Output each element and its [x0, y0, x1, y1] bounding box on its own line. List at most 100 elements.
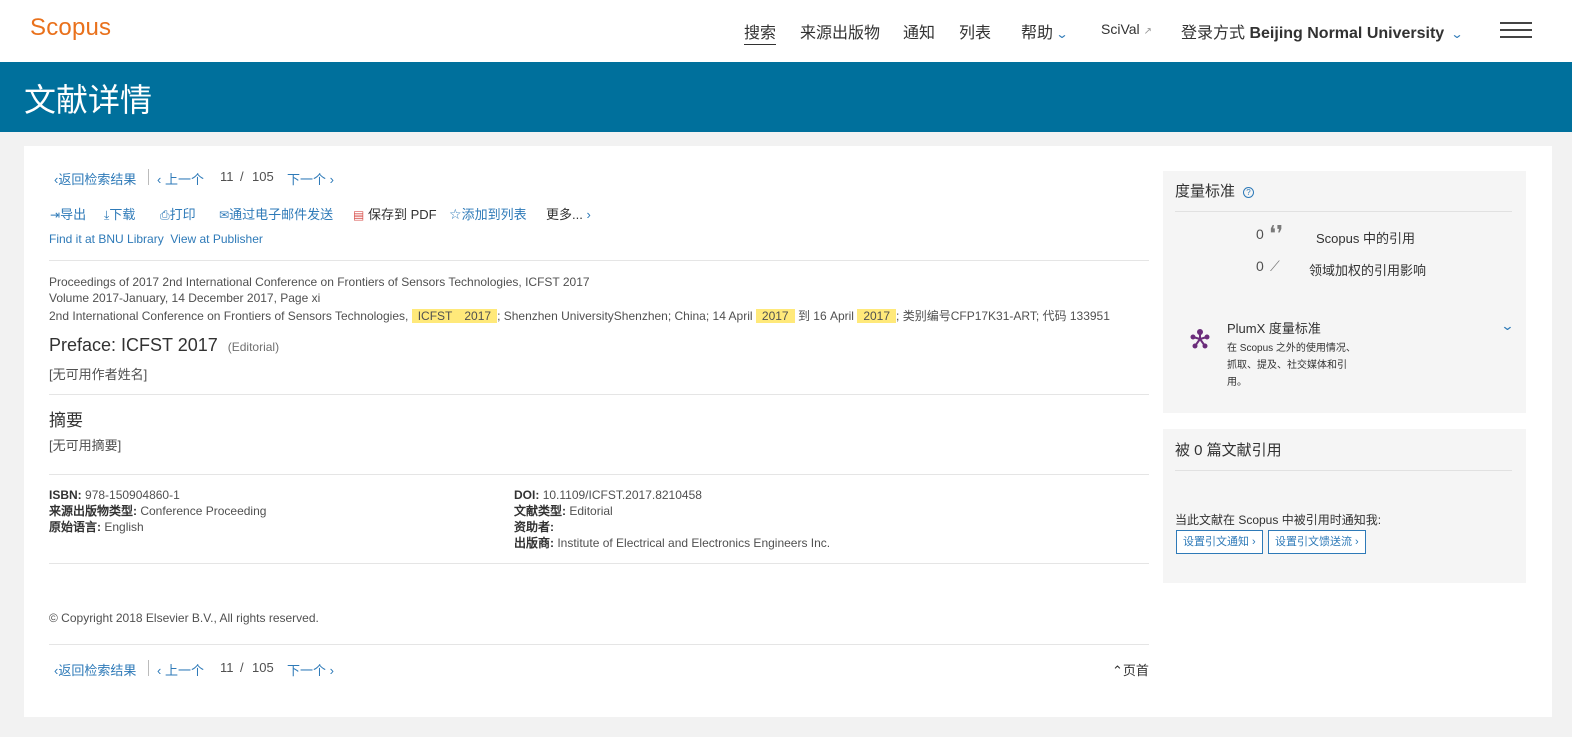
pdf-icon: ▤	[353, 208, 365, 222]
chevron-down-icon[interactable]: ⌄	[1500, 318, 1514, 334]
nav-sources[interactable]: 来源出版物	[800, 19, 880, 43]
isbn-row: ISBN: 978-150904860-1	[49, 487, 266, 503]
fwci-metric[interactable]: 0 ⟋ 领域加权的引用影响	[1256, 258, 1476, 278]
sponsor-row: 资助者:	[514, 519, 830, 535]
notify-text: 当此文献在 Scopus 中被引用时通知我:	[1175, 513, 1382, 527]
help-icon[interactable]: ?	[1243, 186, 1255, 198]
publisher-row: 出版商: Institute of Electrical and Electro…	[514, 535, 830, 551]
highlight-term: ICFST	[411, 309, 459, 323]
print-button[interactable]: ⎙打印	[160, 204, 196, 223]
metadata-left: ISBN: 978-150904860-1 来源出版物类型: Conferenc…	[49, 487, 266, 535]
highlight-term: 2017	[857, 309, 897, 323]
citation-label: Scopus 中的引用	[1316, 231, 1415, 246]
more-label: 更多...	[546, 207, 583, 222]
divider	[49, 260, 1149, 261]
abstract-heading: 摘要	[49, 411, 83, 430]
source-title[interactable]: Proceedings of 2017 2nd International Co…	[49, 275, 590, 289]
publisher-value: Institute of Electrical and Electronics …	[557, 536, 831, 550]
view-at-publisher-link[interactable]: View at Publisher	[170, 232, 263, 246]
conf-end-date: 到 16 April	[797, 309, 854, 323]
login-institution: Beijing Normal University	[1249, 25, 1445, 42]
chevron-down-icon: ⌄	[1055, 27, 1069, 41]
next-link[interactable]: 下一个 ›	[287, 660, 334, 679]
more-button[interactable]: 更多... ›	[546, 204, 591, 223]
prev-link[interactable]: ‹ 上一个	[157, 660, 204, 679]
back-label: 返回检索结果	[58, 663, 137, 678]
next-label: 下一个	[287, 172, 327, 187]
divider	[49, 644, 1149, 645]
gauge-icon: ⟋	[1270, 258, 1280, 274]
star-icon: ☆	[449, 206, 462, 222]
back-to-top-link[interactable]: ⌃页首	[1112, 660, 1149, 679]
nav-search[interactable]: 搜索	[744, 19, 777, 45]
doc-type-label: 文献类型:	[514, 504, 566, 518]
page-title: 文献详情	[24, 82, 153, 118]
hamburger-menu-icon[interactable]	[1500, 22, 1532, 38]
isbn-label: ISBN:	[49, 488, 82, 502]
conf-name: 2nd International Conference on Frontier…	[49, 309, 409, 323]
plumx-description: 在 Scopus 之外的使用情况、抓取、提及、社交媒体和引用。	[1227, 343, 1356, 388]
conf-location: ; Shenzhen UniversityShenzhen; China; 14…	[497, 309, 753, 323]
fulltext-links: Find it at BNU Library View at Publisher	[49, 232, 263, 246]
authors: [无可用作者姓名]	[49, 367, 148, 382]
add-list-label: 添加到列表	[461, 207, 527, 222]
fwci-label: 领域加权的引用影响	[1309, 263, 1427, 278]
email-button[interactable]: ✉通过电子邮件发送	[219, 204, 333, 223]
document-title: Preface: ICFST 2017 (Editorial)	[49, 335, 279, 356]
save-pdf-button[interactable]: ▤ 保存到 PDF	[353, 204, 437, 223]
document-title-text: Preface: ICFST 2017	[49, 335, 218, 355]
highlight-term: 2017	[755, 309, 795, 323]
pager-slash: /	[240, 169, 244, 184]
export-label: 导出	[60, 207, 87, 222]
btn-alert-label: 设置引文通知	[1183, 536, 1249, 548]
login-prefix: 登录方式	[1181, 25, 1246, 42]
doi-value: 10.1109/ICFST.2017.8210458	[542, 488, 702, 502]
divider	[1175, 470, 1512, 471]
export-button[interactable]: ⇥导出	[50, 204, 86, 223]
chevron-up-icon: ⌃	[1112, 663, 1123, 678]
external-link-icon: ↗	[1143, 26, 1153, 37]
top-header: Scopus 搜索 来源出版物 通知 列表 帮助 ⌄ SciVal ↗ 登录方式 B…	[0, 0, 1572, 62]
doi-label: DOI:	[514, 488, 540, 502]
back-label: 返回检索结果	[58, 172, 137, 187]
publisher-label: 出版商:	[514, 536, 554, 550]
nav-scival[interactable]: SciVal ↗	[1101, 21, 1152, 37]
metrics-title: 度量标准?	[1175, 180, 1255, 201]
download-label: 下载	[109, 207, 136, 222]
current-index: 11	[220, 169, 234, 184]
nav-lists[interactable]: 列表	[959, 19, 991, 43]
find-it-bnu-link[interactable]: Find it at BNU Library	[49, 232, 164, 246]
fwci-count: 0	[1256, 258, 1264, 274]
chevron-down-icon: ⌄	[1450, 27, 1464, 41]
result-pager-bottom: ‹返回检索结果 ‹ 上一个 11 / 105 下一个 ›	[54, 660, 354, 678]
citation-count-metric[interactable]: 0 ❛❜ Scopus 中的引用	[1256, 222, 1456, 247]
nav-alerts[interactable]: 通知	[903, 19, 935, 43]
set-citation-feed-button[interactable]: 设置引文馈送流 ›	[1268, 530, 1366, 554]
nav-help-label: 帮助	[1021, 25, 1054, 42]
language-value: English	[104, 520, 144, 534]
back-to-results-link[interactable]: ‹返回检索结果	[54, 660, 136, 679]
cited-by-title: 被 0 篇文献引用	[1175, 442, 1282, 459]
nav-help[interactable]: 帮助 ⌄	[1021, 19, 1069, 43]
email-label: 通过电子邮件发送	[229, 207, 334, 222]
doc-type-value: Editorial	[569, 504, 613, 518]
quote-icon: ❛❜	[1269, 222, 1284, 247]
nav-login[interactable]: 登录方式 Beijing Normal University ⌄	[1181, 19, 1464, 43]
language-row: 原始语言: English	[49, 519, 266, 535]
export-icon: ⇥	[50, 208, 61, 222]
printer-icon: ⎙	[160, 208, 170, 222]
source-type-label: 来源出版物类型:	[49, 504, 137, 518]
download-button[interactable]: ⤓下载	[104, 204, 135, 223]
prev-link[interactable]: ‹ 上一个	[157, 169, 204, 188]
add-to-list-button[interactable]: ☆添加到列表	[449, 204, 527, 223]
metadata-right: DOI: 10.1109/ICFST.2017.8210458 文献类型: Ed…	[514, 487, 830, 551]
next-link[interactable]: 下一个 ›	[287, 169, 334, 188]
sponsor-label: 资助者:	[514, 520, 554, 534]
highlight-term: 2017	[458, 309, 498, 323]
plumx-title[interactable]: PlumX 度量标准	[1227, 318, 1321, 337]
divider	[148, 660, 149, 676]
save-pdf-label: 保存到 PDF	[367, 207, 437, 222]
set-citation-alert-button[interactable]: 设置引文通知 ›	[1176, 530, 1263, 554]
document-type-tag: (Editorial)	[227, 340, 280, 354]
back-to-results-link[interactable]: ‹返回检索结果	[54, 169, 136, 188]
